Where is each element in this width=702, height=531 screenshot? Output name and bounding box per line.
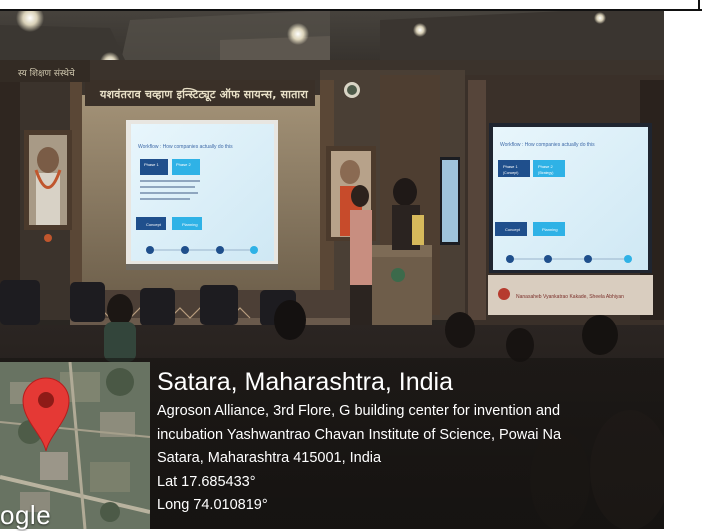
svg-text:Workflow : How companies actua: Workflow : How companies actually do thi… — [138, 144, 233, 150]
location-title: Satara, Maharashtra, India — [157, 368, 453, 396]
svg-text:Planning: Planning — [182, 222, 198, 227]
map-brand-logo: ogle — [0, 500, 52, 530]
image-border-tick — [698, 0, 700, 11]
address-line: incubation Yashwantrao Chavan Institute … — [157, 426, 562, 443]
svg-text:(Strategy): (Strategy) — [538, 171, 553, 175]
image-margin — [664, 11, 702, 529]
latitude-text: Lat 17.685433° — [157, 473, 256, 490]
address-line: Agroson Alliance, 3rd Flore, G building … — [157, 403, 561, 419]
ceiling-light — [413, 23, 427, 37]
banner-side-text: स्य शिक्षण संस्थेचे — [18, 69, 75, 79]
svg-text:Phase 1: Phase 1 — [144, 162, 159, 167]
svg-text:Concept: Concept — [146, 222, 162, 227]
image-top-border — [0, 0, 702, 11]
address-line: Satara, Maharashtra 415001, India — [157, 450, 382, 466]
svg-text:Nanasaheb Vyankatrao Kakade, S: Nanasaheb Vyankatrao Kakade, Sheela Abhi… — [516, 294, 624, 300]
svg-text:Workflow : How companies actua: Workflow : How companies actually do thi… — [500, 142, 595, 148]
svg-text:Planning: Planning — [542, 227, 558, 232]
map-pin-icon — [22, 377, 70, 452]
svg-text:(Concept): (Concept) — [503, 171, 518, 175]
svg-text:Concept: Concept — [505, 227, 521, 232]
longitude-text: Long 74.010819° — [157, 497, 268, 513]
banner-text: यशवंतराव चव्हाण इन्स्टिट्यूट ऑफ सायन्स, … — [100, 88, 309, 101]
geotag-info: Satara, Maharashtra, India Agroson Allia… — [157, 366, 664, 518]
ceiling-light — [287, 23, 309, 45]
svg-text:Phase 2: Phase 2 — [538, 164, 553, 169]
ceiling-light — [594, 12, 606, 24]
svg-text:Phase 2: Phase 2 — [176, 162, 191, 167]
projector-screen-right — [493, 127, 648, 270]
svg-text:Phase 1: Phase 1 — [503, 164, 518, 169]
